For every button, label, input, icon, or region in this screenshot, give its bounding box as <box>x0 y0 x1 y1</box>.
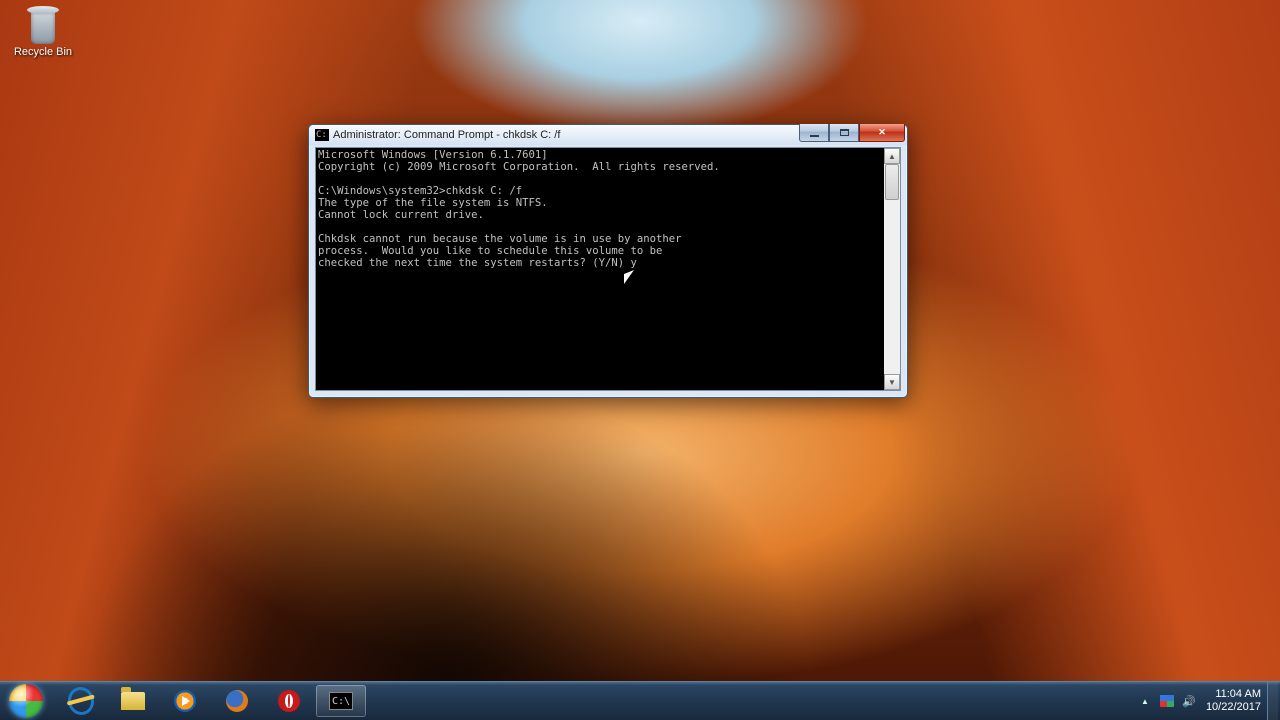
taskbar-item-explorer[interactable] <box>108 685 158 717</box>
system-tray: 11:04 AM 10/22/2017 <box>1126 682 1280 720</box>
windows-logo-icon <box>9 684 43 718</box>
firefox-icon <box>226 690 248 712</box>
recycle-bin-label: Recycle Bin <box>8 46 78 58</box>
action-center-icon[interactable] <box>1158 692 1176 710</box>
taskbar-item-cmd[interactable]: C:\ <box>316 685 366 717</box>
show-hidden-icons-button[interactable] <box>1136 692 1154 710</box>
window-controls <box>799 124 905 142</box>
command-prompt-window[interactable]: C: Administrator: Command Prompt - chkds… <box>308 124 908 398</box>
taskbar-item-ie[interactable] <box>56 685 106 717</box>
scroll-track[interactable] <box>884 164 900 374</box>
cmd-icon: C:\ <box>329 692 353 710</box>
scroll-up-button[interactable]: ▲ <box>884 148 900 164</box>
maximize-button[interactable] <box>829 124 859 142</box>
folder-icon <box>121 692 145 710</box>
taskbar: C:\ 11:04 AM 10/22/2017 <box>0 681 1280 720</box>
opera-icon <box>278 690 300 712</box>
window-title: Administrator: Command Prompt - chkdsk C… <box>333 129 560 141</box>
vertical-scrollbar[interactable]: ▲ ▼ <box>884 148 900 390</box>
volume-icon[interactable] <box>1180 692 1198 710</box>
taskbar-clock[interactable]: 11:04 AM 10/22/2017 <box>1200 688 1267 714</box>
mouse-cursor-icon <box>624 272 636 290</box>
media-player-icon <box>174 690 196 712</box>
recycle-bin[interactable]: Recycle Bin <box>8 4 78 58</box>
terminal-output[interactable]: Microsoft Windows [Version 6.1.7601] Cop… <box>316 148 884 390</box>
ie-icon <box>65 684 97 718</box>
cmd-title-icon: C: <box>315 129 329 141</box>
taskbar-item-opera[interactable] <box>264 685 314 717</box>
taskbar-items: C:\ <box>52 682 370 720</box>
recycle-bin-icon <box>25 4 61 44</box>
terminal-client-area: Microsoft Windows [Version 6.1.7601] Cop… <box>315 147 901 391</box>
clock-time: 11:04 AM <box>1206 688 1261 701</box>
titlebar[interactable]: C: Administrator: Command Prompt - chkds… <box>309 125 907 145</box>
clock-date: 10/22/2017 <box>1206 701 1261 714</box>
minimize-button[interactable] <box>799 124 829 142</box>
close-button[interactable] <box>859 124 905 142</box>
flag-icon <box>1160 695 1174 707</box>
start-button[interactable] <box>0 682 52 720</box>
show-desktop-button[interactable] <box>1267 682 1278 720</box>
scroll-thumb[interactable] <box>885 164 899 200</box>
taskbar-item-firefox[interactable] <box>212 685 262 717</box>
taskbar-item-wmp[interactable] <box>160 685 210 717</box>
scroll-down-button[interactable]: ▼ <box>884 374 900 390</box>
